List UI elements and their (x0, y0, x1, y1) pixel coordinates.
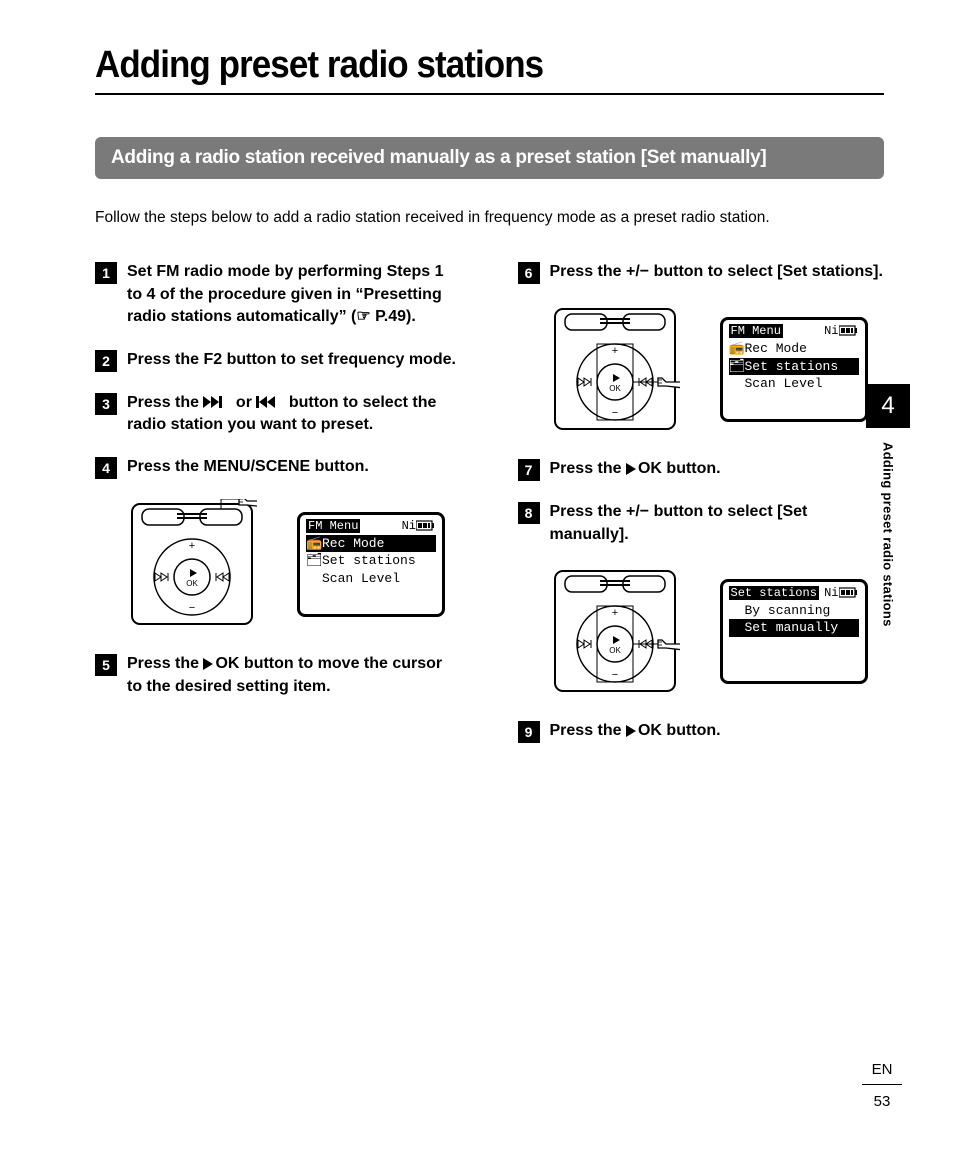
page-number: 53 (862, 1093, 902, 1110)
lcd-screen: FM Menu Ni 📻Rec Mode 🗂Set stations Scan … (297, 512, 445, 617)
page-title: Adding preset radio stations (95, 44, 821, 87)
step-number: 2 (95, 350, 117, 372)
step-text: Press the +/− button to select [Set stat… (550, 261, 883, 283)
text-bold: OK (638, 460, 662, 477)
step-number: 9 (518, 721, 540, 743)
page-footer: EN 53 (862, 1061, 902, 1110)
step-text: Press the OK button to move the cursor t… (127, 653, 462, 698)
chapter-label: Adding preset radio stations (881, 442, 896, 627)
step-number: 8 (518, 502, 540, 524)
content-columns: 1 Set FM radio mode by performing Steps … (95, 261, 884, 763)
figure-step8: Set stations Ni By scanning Set manually (550, 566, 885, 696)
text: Press the (550, 503, 626, 520)
text: ]. (619, 526, 629, 543)
step-3: 3 Press the or button to select the radi… (95, 392, 462, 437)
step-text: Set FM radio mode by performing Steps 1 … (127, 261, 462, 328)
screen-line: 📻Rec Mode (729, 340, 859, 358)
screen-title: Set stations (729, 586, 819, 600)
play-icon (203, 658, 215, 670)
step-5: 5 Press the OK button to move the cursor… (95, 653, 462, 698)
title-rule (95, 93, 884, 95)
device-illustration (550, 304, 680, 434)
step-number: 6 (518, 262, 540, 284)
step-text: Press the +/− button to select [Set manu… (550, 501, 885, 546)
step-7: 7 Press the OK button. (518, 458, 885, 481)
figure-step6: FM Menu Ni 📻Rec Mode 🗂Set stations Scan … (550, 304, 885, 434)
text-bold: +/− (626, 503, 649, 520)
text: ]. (873, 263, 883, 280)
step-8: 8 Press the +/− button to select [Set ma… (518, 501, 885, 546)
figure-step4: FM Menu Ni 📻Rec Mode 🗂Set stations Scan … (127, 499, 462, 629)
text: Press the (550, 460, 626, 477)
screen-title: FM Menu (306, 519, 360, 533)
text: Press the (550, 722, 626, 739)
fast-forward-icon (203, 396, 231, 408)
step-number: 4 (95, 457, 117, 479)
screen-title: FM Menu (729, 324, 783, 338)
section-heading-bar: Adding a radio station received manually… (95, 137, 884, 179)
text: button to select [ (649, 503, 782, 520)
text-bold: +/− (626, 263, 649, 280)
step-number: 1 (95, 262, 117, 284)
text: button. (662, 722, 721, 739)
text-bold: OK (638, 722, 662, 739)
text: Press the (127, 458, 203, 475)
screen-line: Scan Level (729, 375, 859, 393)
text: Press the (127, 394, 203, 411)
text: ” (☞ P.49). (339, 308, 416, 325)
chapter-number: 4 (866, 384, 910, 428)
step-number: 3 (95, 393, 117, 415)
play-icon (626, 725, 638, 737)
text: button to set frequency mode. (222, 351, 456, 368)
play-icon (626, 463, 638, 475)
text-bold: F2 (203, 351, 222, 368)
text-bold: MENU/SCENE (203, 458, 310, 475)
text: button to select [ (649, 263, 782, 280)
step-number: 5 (95, 654, 117, 676)
screen-line: By scanning (729, 602, 859, 620)
text: Press the (127, 655, 203, 672)
screen-line: 🗂Set stations (306, 552, 436, 570)
text: or (231, 394, 256, 411)
right-column: 6 Press the +/− button to select [Set st… (518, 261, 885, 763)
step-text: Press the or button to select the radio … (127, 392, 462, 437)
step-2: 2 Press the F2 button to set frequency m… (95, 349, 462, 372)
intro-text: Follow the steps below to add a radio st… (95, 207, 884, 229)
text: button. (662, 460, 721, 477)
lcd-screen: FM Menu Ni 📻Rec Mode 🗂Set stations Scan … (720, 317, 868, 422)
text-bold: OK (215, 655, 239, 672)
lcd-screen: Set stations Ni By scanning Set manually (720, 579, 868, 684)
text: Press the (550, 263, 626, 280)
step-1: 1 Set FM radio mode by performing Steps … (95, 261, 462, 328)
battery-indicator: Ni (824, 586, 858, 600)
footer-rule (862, 1084, 902, 1085)
text: button. (310, 458, 369, 475)
step-text: Press the OK button. (550, 458, 721, 480)
language-code: EN (862, 1061, 902, 1078)
left-column: 1 Set FM radio mode by performing Steps … (95, 261, 462, 763)
screen-line: 🗂Set stations (729, 358, 859, 376)
screen-line: Set manually (729, 619, 859, 637)
step-6: 6 Press the +/− button to select [Set st… (518, 261, 885, 284)
device-illustration (127, 499, 257, 629)
text: Press the (127, 351, 203, 368)
step-9: 9 Press the OK button. (518, 720, 885, 743)
step-4: 4 Press the MENU/SCENE button. (95, 456, 462, 479)
battery-indicator: Ni (402, 519, 436, 533)
text-bold: Set stations (782, 263, 873, 280)
step-text: Press the MENU/SCENE button. (127, 456, 369, 478)
device-illustration (550, 566, 680, 696)
screen-line: Scan Level (306, 570, 436, 588)
screen-line: 📻Rec Mode (306, 535, 436, 553)
rewind-icon (256, 396, 284, 408)
step-number: 7 (518, 459, 540, 481)
step-text: Press the OK button. (550, 720, 721, 742)
side-tab: 4 Adding preset radio stations (866, 384, 910, 627)
step-text: Press the F2 button to set frequency mod… (127, 349, 456, 371)
battery-indicator: Ni (824, 324, 858, 338)
